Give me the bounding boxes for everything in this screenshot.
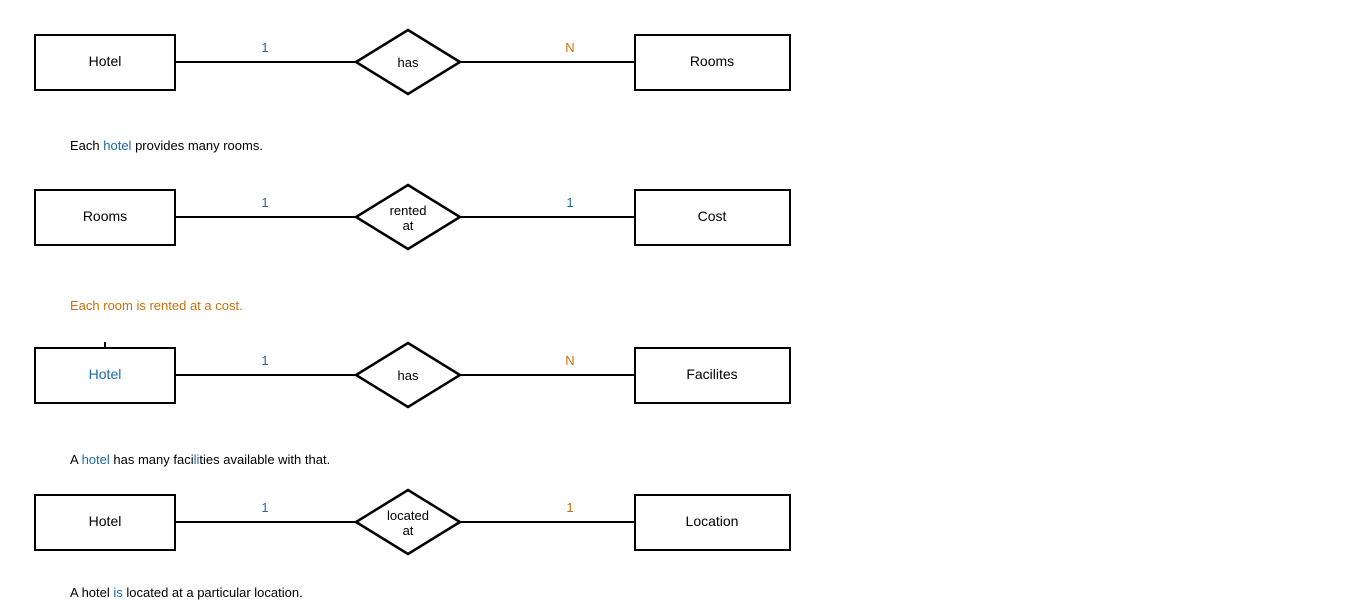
- desc-2-part-1: Each room is rented at a cost.: [70, 298, 243, 313]
- entity-location-label: Location: [686, 513, 739, 529]
- description-2: Each room is rented at a cost.: [70, 298, 243, 313]
- card-rented-cost-right: 1: [566, 195, 573, 210]
- description-3: A hotel has many facilities available wi…: [70, 452, 330, 467]
- relation-located-at-label2: at: [403, 523, 414, 538]
- description-1: Each hotel provides many rooms.: [70, 138, 263, 153]
- entity-facilites-label: Facilites: [686, 366, 737, 382]
- entity-rooms-2-label: Rooms: [83, 208, 127, 224]
- desc-4-part-2: is: [113, 585, 122, 600]
- desc-4-part-3: located at a particular location.: [123, 585, 303, 600]
- desc-1-part-3: provides many rooms.: [131, 138, 263, 153]
- entity-cost-label: Cost: [698, 208, 727, 224]
- desc-3-part-3: has many faci: [110, 452, 194, 467]
- card-has-rooms-right: N: [565, 40, 574, 55]
- relation-has-1-label: has: [398, 55, 419, 70]
- card-rooms-rented-left: 1: [261, 195, 268, 210]
- entity-hotel-1-label: Hotel: [89, 53, 122, 69]
- entity-hotel-4-label: Hotel: [89, 513, 122, 529]
- entity-rooms-1-label: Rooms: [690, 53, 734, 69]
- er-diagram-container: Hotel 1 has N Rooms Rooms 1 rented at 1: [0, 0, 1360, 612]
- relation-rented-at-label1: rented: [390, 203, 427, 218]
- desc-3-part-1: A: [70, 452, 82, 467]
- desc-1-part-1: Each: [70, 138, 103, 153]
- description-4: A hotel is located at a particular locat…: [70, 585, 303, 600]
- desc-3-part-5: ties available with that.: [199, 452, 330, 467]
- card-located-location-right: 1: [566, 500, 573, 515]
- card-hotel-has-left: 1: [261, 40, 268, 55]
- card-has-facilites-right: N: [565, 353, 574, 368]
- desc-3-part-2: hotel: [82, 452, 110, 467]
- desc-4-part-1: A hotel: [70, 585, 113, 600]
- desc-1-part-2: hotel: [103, 138, 131, 153]
- entity-hotel-3-label: Hotel: [89, 366, 122, 382]
- relation-located-at-label1: located: [387, 508, 429, 523]
- card-hotel-located-left: 1: [261, 500, 268, 515]
- relation-rented-at-label2: at: [403, 218, 414, 233]
- relation-has-3-label: has: [398, 368, 419, 383]
- card-hotel-has-3-left: 1: [261, 353, 268, 368]
